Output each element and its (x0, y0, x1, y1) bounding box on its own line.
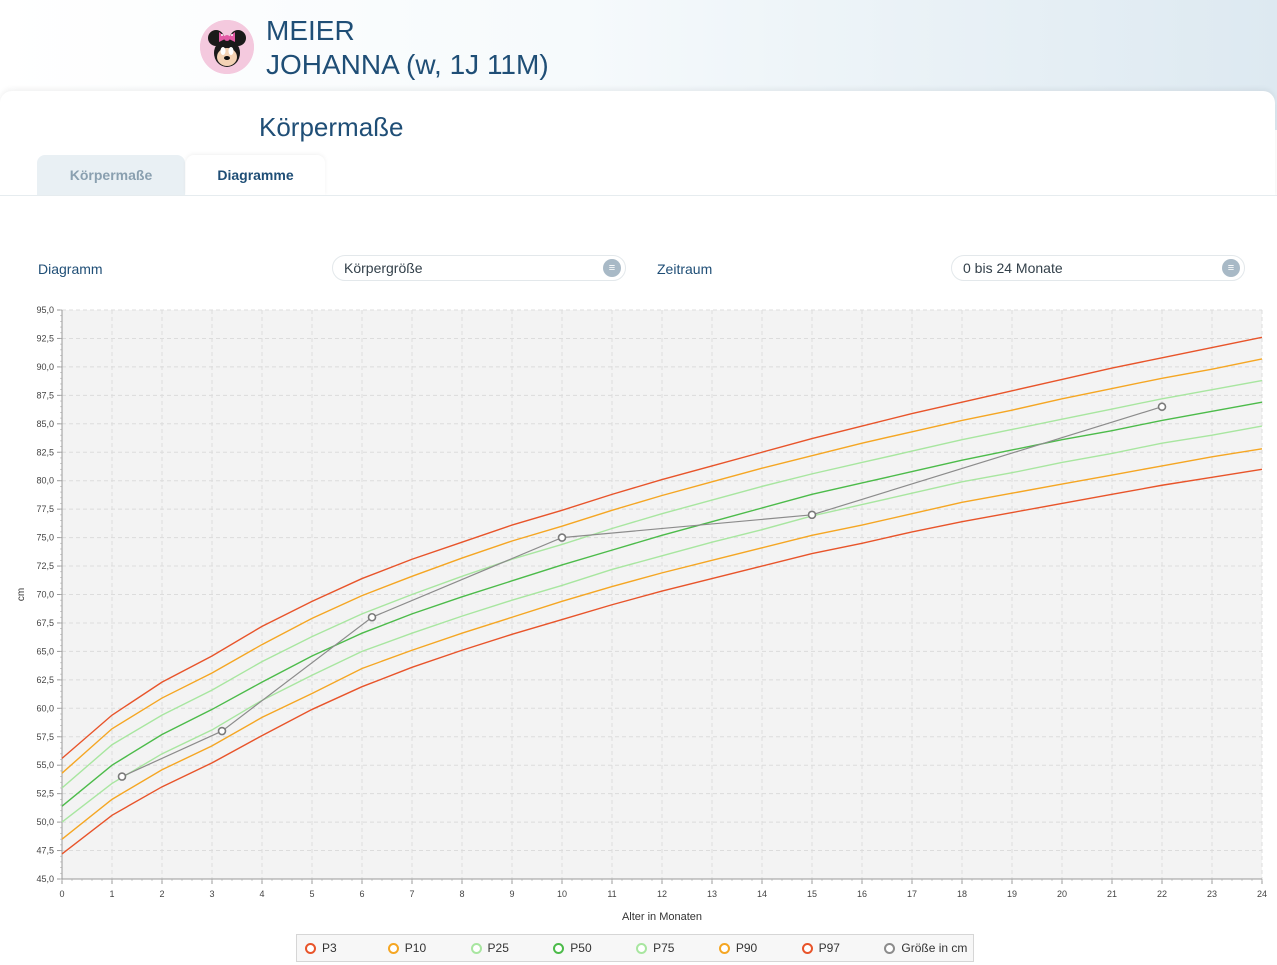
legend-marker-icon (387, 942, 399, 954)
x-tick-label: 15 (807, 889, 817, 899)
legend-item-p3[interactable]: P3 (305, 941, 388, 955)
x-tick-label: 9 (509, 889, 514, 899)
y-tick-label: 67,5 (36, 618, 54, 628)
minnie-avatar-icon (200, 20, 254, 74)
x-tick-label: 12 (657, 889, 667, 899)
y-tick-label: 65,0 (36, 646, 54, 656)
y-tick-label: 77,5 (36, 504, 54, 514)
x-tick-label: 4 (259, 889, 264, 899)
x-tick-label: 20 (1057, 889, 1067, 899)
y-tick-label: 85,0 (36, 419, 54, 429)
y-tick-label: 70,0 (36, 590, 54, 600)
patient-point (1157, 402, 1167, 412)
x-tick-label: 3 (209, 889, 214, 899)
patient-point (117, 772, 127, 781)
y-axis: 45,0 47,5 50,0 52,5 55,0 57,5 60,0 62,5 65,0 67,5… (36, 305, 63, 884)
growth-chart: 45,0 47,5 50,0 52,5 55,0 57,5 60,0 62,5 65,0 67,5… (16, 305, 1267, 923)
diagram-label: Diagramm (38, 261, 103, 277)
diagram-select-value: Körpergröße (344, 260, 423, 276)
legend-marker-icon (884, 942, 896, 954)
y-tick-label: 95,0 (36, 305, 54, 315)
y-tick-label: 87,5 (36, 390, 54, 400)
y-tick-label: 90,0 (36, 362, 54, 372)
y-tick-label: 45,0 (36, 874, 54, 884)
x-tick-label: 0 (59, 889, 64, 899)
legend-marker-icon (553, 942, 565, 954)
x-tick-label: 16 (857, 889, 867, 899)
legend-label: P90 (735, 941, 758, 955)
y-tick-label: 52,5 (36, 789, 54, 799)
legend-item-p50[interactable]: P50 (553, 941, 636, 955)
x-tick-label: 24 (1257, 889, 1267, 899)
legend-item-p10[interactable]: P10 (387, 941, 471, 955)
diagram-select[interactable]: Körpergröße ≡ (332, 255, 626, 281)
x-tick-label: 5 (309, 889, 314, 899)
y-axis-label: cm (16, 588, 27, 601)
y-tick-label: 55,0 (36, 760, 54, 770)
tab-diagramme[interactable]: Diagramme (186, 155, 325, 195)
menu-icon: ≡ (603, 259, 621, 277)
legend-item-gr-e-in-cm[interactable]: Größe in cm (884, 941, 973, 955)
legend-marker-icon (718, 942, 730, 954)
patient-name: MEIER JOHANNA (w, 1J 11M) (266, 14, 549, 82)
patient-point (367, 612, 377, 622)
period-select[interactable]: 0 bis 24 Monate ≡ (951, 255, 1245, 281)
patient-point (557, 533, 567, 542)
chart-legend: P3 P10 P25 P50 P75 P90 P97 Größe in cm (296, 934, 974, 962)
y-tick-label: 62,5 (36, 675, 54, 685)
legend-marker-icon (801, 942, 813, 954)
x-tick-label: 21 (1107, 889, 1117, 899)
legend-label: P10 (404, 941, 427, 955)
legend-item-p90[interactable]: P90 (718, 941, 802, 955)
menu-icon: ≡ (1222, 259, 1240, 277)
patient-last-name: MEIER (266, 15, 355, 46)
y-tick-label: 92,5 (36, 333, 54, 343)
period-select-value: 0 bis 24 Monate (963, 260, 1063, 276)
y-tick-label: 57,5 (36, 732, 54, 742)
x-tick-label: 14 (757, 889, 767, 899)
patient-first-name-info: JOHANNA (w, 1J 11M) (266, 49, 549, 80)
y-tick-label: 47,5 (36, 846, 54, 856)
x-axis: 0 1 2 3 4 5 6 7 8 9 10 11 12 13 14 15 16 17 18 19 20 21 22 23 24 (59, 878, 1267, 899)
x-tick-label: 1 (109, 889, 114, 899)
x-tick-label: 2 (159, 889, 164, 899)
x-tick-label: 19 (1007, 889, 1017, 899)
x-tick-label: 18 (957, 889, 967, 899)
x-axis-label: Alter in Monaten (622, 911, 702, 923)
legend-marker-icon (636, 942, 648, 954)
x-tick-label: 8 (459, 889, 464, 899)
y-tick-label: 50,0 (36, 817, 54, 827)
x-tick-label: 6 (359, 889, 364, 899)
legend-item-p97[interactable]: P97 (801, 941, 885, 955)
legend-label: P97 (818, 941, 840, 955)
period-label: Zeitraum (657, 261, 713, 277)
y-tick-label: 60,0 (36, 703, 54, 713)
legend-label: Größe in cm (901, 941, 968, 955)
legend-marker-icon (305, 942, 316, 954)
legend-item-p25[interactable]: P25 (470, 941, 554, 955)
y-tick-label: 80,0 (36, 476, 54, 486)
legend-label: P75 (653, 941, 675, 955)
x-tick-label: 23 (1207, 889, 1217, 899)
x-tick-label: 10 (557, 889, 567, 899)
x-tick-label: 7 (409, 889, 414, 899)
x-tick-label: 13 (707, 889, 717, 899)
legend-label: P50 (570, 941, 592, 955)
patient-avatar (200, 20, 254, 74)
legend-marker-icon (470, 942, 482, 954)
y-tick-label: 82,5 (36, 447, 54, 457)
x-tick-label: 22 (1157, 889, 1167, 899)
y-tick-label: 72,5 (36, 561, 54, 571)
legend-label: P3 (322, 941, 337, 955)
patient-point (217, 726, 227, 736)
x-tick-label: 11 (607, 889, 616, 899)
legend-item-p75[interactable]: P75 (636, 941, 719, 955)
tab-koerpermasse[interactable]: Körpermaße (37, 155, 185, 195)
x-tick-label: 17 (907, 889, 917, 899)
y-tick-label: 75,0 (36, 533, 54, 543)
legend-label: P25 (487, 941, 509, 955)
patient-point (807, 510, 817, 520)
page-title: Körpermaße (259, 112, 404, 142)
